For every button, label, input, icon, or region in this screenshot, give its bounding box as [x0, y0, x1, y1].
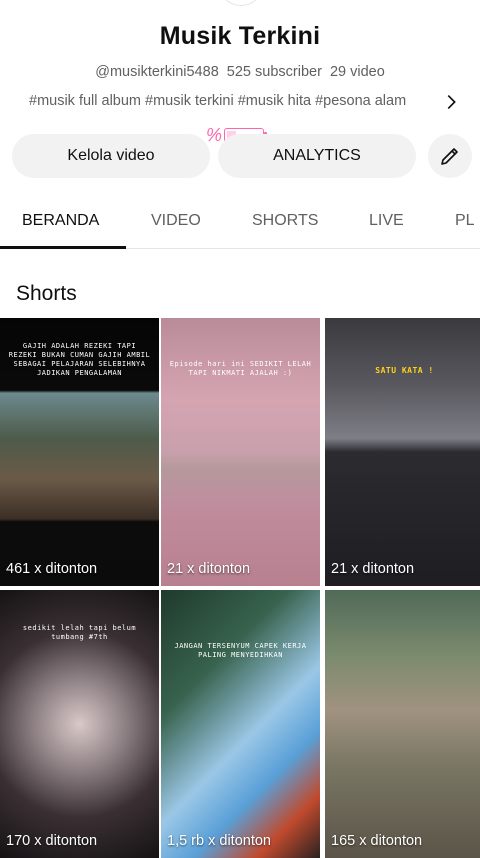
active-tab-indicator: [0, 246, 126, 249]
channel-handle: @musikterkini5488: [95, 64, 219, 80]
short-caption: JANGAN TERSENYUM CAPEK KERJA PALING MENY…: [174, 642, 307, 659]
video-count: 29 video: [329, 64, 385, 80]
channel-tabs: BERANDA VIDEO SHORTS LIVE PL: [0, 198, 480, 249]
short-thumbnail: [325, 590, 480, 858]
short-views: 165 x ditonton: [331, 833, 423, 849]
battery-percent-symbol: %: [206, 125, 223, 145]
short-caption: sedikit lelah tapi belum tumbang #7th: [22, 624, 137, 641]
short-views: 461 x ditonton: [6, 561, 98, 577]
subscriber-count: 525 subscriber: [226, 64, 322, 80]
short-tile[interactable]: Episode hari ini SEDIKIT LELAH TAPI NIKM…: [161, 318, 320, 586]
analytics-button[interactable]: ANALYTICS: [218, 134, 416, 178]
pencil-icon: [441, 148, 458, 165]
tab-live[interactable]: LIVE: [369, 212, 404, 230]
short-views: 21 x ditonton: [331, 561, 415, 577]
short-views: 170 x ditonton: [6, 833, 98, 849]
short-tile[interactable]: JANGAN TERSENYUM CAPEK KERJA PALING MENY…: [161, 590, 320, 858]
short-tile[interactable]: SATU KATA ! 21 x ditonton: [325, 318, 480, 586]
short-tile[interactable]: GAJIH ADALAH REZEKI TAPI REZEKI BUKAN CU…: [0, 318, 159, 586]
tab-playlist[interactable]: PL: [455, 212, 475, 230]
channel-hashtags[interactable]: #musik full album #musik terkini #musik …: [29, 93, 439, 109]
short-caption: Episode hari ini SEDIKIT LELAH TAPI NIKM…: [169, 360, 312, 377]
chevron-right-icon[interactable]: [440, 91, 462, 113]
tab-shorts[interactable]: SHORTS: [252, 212, 318, 230]
short-caption: SATU KATA !: [375, 366, 434, 375]
channel-title: Musik Terkini: [159, 22, 321, 50]
tab-video[interactable]: VIDEO: [151, 212, 201, 230]
short-caption: GAJIH ADALAH REZEKI TAPI REZEKI BUKAN CU…: [8, 342, 151, 377]
short-tile[interactable]: sedikit lelah tapi belum tumbang #7th 17…: [0, 590, 159, 858]
edit-channel-button[interactable]: [428, 134, 472, 178]
short-views: 21 x ditonton: [167, 561, 251, 577]
short-views: 1,5 rb x ditonton: [167, 833, 271, 849]
short-tile[interactable]: 165 x ditonton: [325, 590, 480, 858]
shorts-grid: GAJIH ADALAH REZEKI TAPI REZEKI BUKAN CU…: [0, 318, 480, 858]
tab-beranda[interactable]: BERANDA: [22, 212, 99, 230]
channel-meta: @musikterkini5488 525 subscriber 29 vide…: [0, 64, 480, 80]
short-thumbnail: [325, 318, 480, 586]
short-thumbnail: [161, 590, 320, 858]
short-thumbnail: [161, 318, 320, 586]
channel-avatar[interactable]: [218, 0, 264, 6]
shorts-section-title: Shorts: [16, 282, 77, 305]
manage-videos-button[interactable]: Kelola video: [12, 134, 210, 178]
